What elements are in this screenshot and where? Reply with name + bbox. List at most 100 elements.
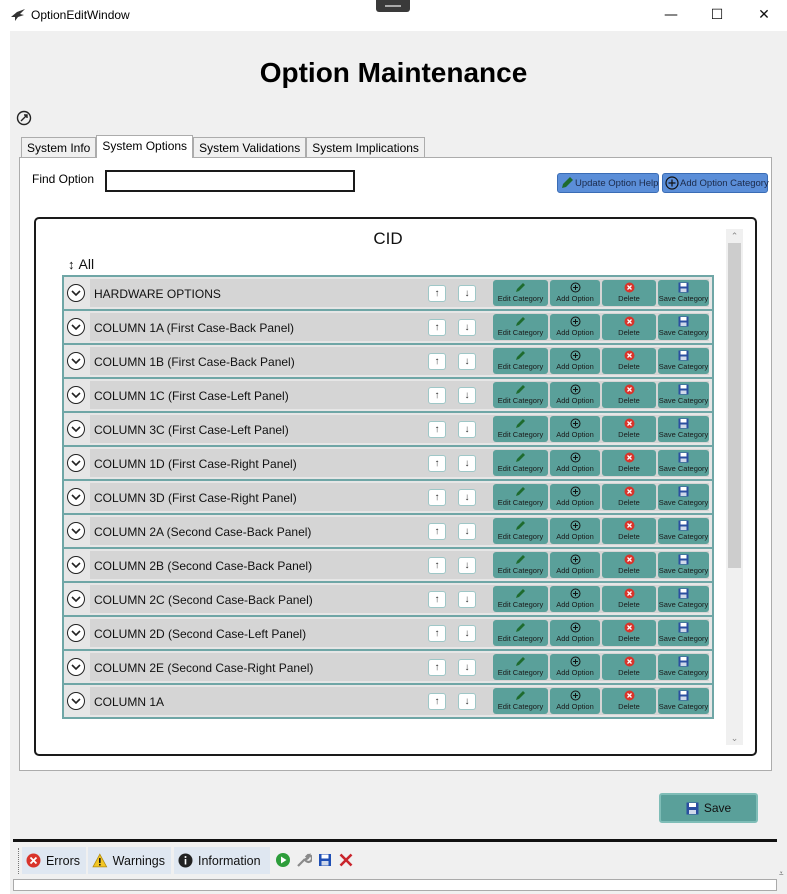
horizontal-scrollbar[interactable] xyxy=(13,879,777,891)
edit-category-button[interactable]: Edit Category xyxy=(493,416,548,442)
edit-category-button[interactable]: Edit Category xyxy=(493,280,548,306)
edit-category-button[interactable]: Edit Category xyxy=(493,620,548,646)
window-drag-grip[interactable] xyxy=(376,0,410,12)
save-category-button[interactable]: Save Category xyxy=(658,348,709,374)
move-up-button[interactable]: ↑ xyxy=(428,455,446,472)
expand-chevron-icon[interactable] xyxy=(67,352,85,370)
save-category-button[interactable]: Save Category xyxy=(658,450,709,476)
add-option-category-button[interactable]: Add Option Category xyxy=(662,173,769,193)
move-up-button[interactable]: ↑ xyxy=(428,523,446,540)
add-option-button[interactable]: Add Option xyxy=(550,688,600,714)
move-down-button[interactable]: ↓ xyxy=(458,387,476,404)
expand-chevron-icon[interactable] xyxy=(67,420,85,438)
update-option-help-button[interactable]: Update Option Help xyxy=(557,173,659,193)
save-category-button[interactable]: Save Category xyxy=(658,416,709,442)
delete-button[interactable]: Delete xyxy=(602,382,656,408)
move-up-button[interactable]: ↑ xyxy=(428,353,446,370)
move-down-button[interactable]: ↓ xyxy=(458,625,476,642)
add-option-button[interactable]: Add Option xyxy=(550,654,600,680)
delete-button[interactable]: Delete xyxy=(602,688,656,714)
edit-category-button[interactable]: Edit Category xyxy=(493,348,548,374)
edit-category-button[interactable]: Edit Category xyxy=(493,314,548,340)
toolbar-grip[interactable] xyxy=(18,848,21,874)
save-category-button[interactable]: Save Category xyxy=(658,280,709,306)
warnings-tab[interactable]: Warnings xyxy=(88,847,171,874)
expand-chevron-icon[interactable] xyxy=(67,624,85,642)
wrench-icon[interactable] xyxy=(296,852,312,868)
edit-category-button[interactable]: Edit Category xyxy=(493,450,548,476)
move-down-button[interactable]: ↓ xyxy=(458,421,476,438)
maximize-button[interactable]: ☐ xyxy=(694,0,740,31)
add-option-button[interactable]: Add Option xyxy=(550,348,600,374)
delete-button[interactable]: Delete xyxy=(602,552,656,578)
add-option-button[interactable]: Add Option xyxy=(550,450,600,476)
vertical-scrollbar[interactable]: ⌃ ⌄ xyxy=(726,229,743,745)
scroll-down-arrow[interactable]: ⌄ xyxy=(726,731,743,745)
information-tab[interactable]: Information xyxy=(174,847,270,874)
move-down-button[interactable]: ↓ xyxy=(458,591,476,608)
tab-system-implications[interactable]: System Implications xyxy=(306,137,425,158)
add-option-button[interactable]: Add Option xyxy=(550,518,600,544)
add-option-button[interactable]: Add Option xyxy=(550,484,600,510)
save-category-button[interactable]: Save Category xyxy=(658,688,709,714)
save-category-button[interactable]: Save Category xyxy=(658,382,709,408)
move-up-button[interactable]: ↑ xyxy=(428,421,446,438)
move-up-button[interactable]: ↑ xyxy=(428,659,446,676)
move-up-button[interactable]: ↑ xyxy=(428,693,446,710)
scroll-thumb[interactable] xyxy=(728,243,741,568)
expand-chevron-icon[interactable] xyxy=(67,658,85,676)
tab-system-validations[interactable]: System Validations xyxy=(193,137,307,158)
move-down-button[interactable]: ↓ xyxy=(458,693,476,710)
move-down-button[interactable]: ↓ xyxy=(458,523,476,540)
expand-chevron-icon[interactable] xyxy=(67,284,85,302)
move-up-button[interactable]: ↑ xyxy=(428,387,446,404)
move-up-button[interactable]: ↑ xyxy=(428,591,446,608)
move-down-button[interactable]: ↓ xyxy=(458,455,476,472)
all-toggle[interactable]: ↕ All xyxy=(68,256,94,272)
save-category-button[interactable]: Save Category xyxy=(658,586,709,612)
expand-chevron-icon[interactable] xyxy=(67,522,85,540)
edit-category-button[interactable]: Edit Category xyxy=(493,688,548,714)
delete-button[interactable]: Delete xyxy=(602,450,656,476)
move-down-button[interactable]: ↓ xyxy=(458,353,476,370)
delete-button[interactable]: Delete xyxy=(602,416,656,442)
delete-button[interactable]: Delete xyxy=(602,586,656,612)
add-option-button[interactable]: Add Option xyxy=(550,314,600,340)
move-down-button[interactable]: ↓ xyxy=(458,319,476,336)
move-down-button[interactable]: ↓ xyxy=(458,489,476,506)
scroll-up-arrow[interactable]: ⌃ xyxy=(726,229,743,243)
expand-chevron-icon[interactable] xyxy=(67,318,85,336)
move-up-button[interactable]: ↑ xyxy=(428,319,446,336)
delete-button[interactable]: Delete xyxy=(602,314,656,340)
edit-category-button[interactable]: Edit Category xyxy=(493,484,548,510)
move-down-button[interactable]: ↓ xyxy=(458,659,476,676)
refresh-icon[interactable] xyxy=(16,110,32,126)
save-icon[interactable] xyxy=(317,852,333,868)
add-option-button[interactable]: Add Option xyxy=(550,382,600,408)
add-option-button[interactable]: Add Option xyxy=(550,280,600,306)
expand-chevron-icon[interactable] xyxy=(67,386,85,404)
expand-chevron-icon[interactable] xyxy=(67,590,85,608)
move-up-button[interactable]: ↑ xyxy=(428,625,446,642)
tab-system-info[interactable]: System Info xyxy=(21,137,97,158)
run-icon[interactable] xyxy=(275,852,291,868)
move-down-button[interactable]: ↓ xyxy=(458,557,476,574)
expand-chevron-icon[interactable] xyxy=(67,556,85,574)
expand-chevron-icon[interactable] xyxy=(67,454,85,472)
move-down-button[interactable]: ↓ xyxy=(458,285,476,302)
edit-category-button[interactable]: Edit Category xyxy=(493,654,548,680)
edit-category-button[interactable]: Edit Category xyxy=(493,382,548,408)
add-option-button[interactable]: Add Option xyxy=(550,586,600,612)
save-category-button[interactable]: Save Category xyxy=(658,620,709,646)
delete-button[interactable]: Delete xyxy=(602,280,656,306)
move-up-button[interactable]: ↑ xyxy=(428,557,446,574)
status-overflow-icon[interactable]: ⩡ xyxy=(779,869,784,879)
move-up-button[interactable]: ↑ xyxy=(428,285,446,302)
edit-category-button[interactable]: Edit Category xyxy=(493,518,548,544)
expand-chevron-icon[interactable] xyxy=(67,488,85,506)
add-option-button[interactable]: Add Option xyxy=(550,416,600,442)
save-category-button[interactable]: Save Category xyxy=(658,654,709,680)
minimize-button[interactable]: — xyxy=(648,0,694,31)
close-window-button[interactable]: ✕ xyxy=(741,0,787,31)
delete-button[interactable]: Delete xyxy=(602,654,656,680)
